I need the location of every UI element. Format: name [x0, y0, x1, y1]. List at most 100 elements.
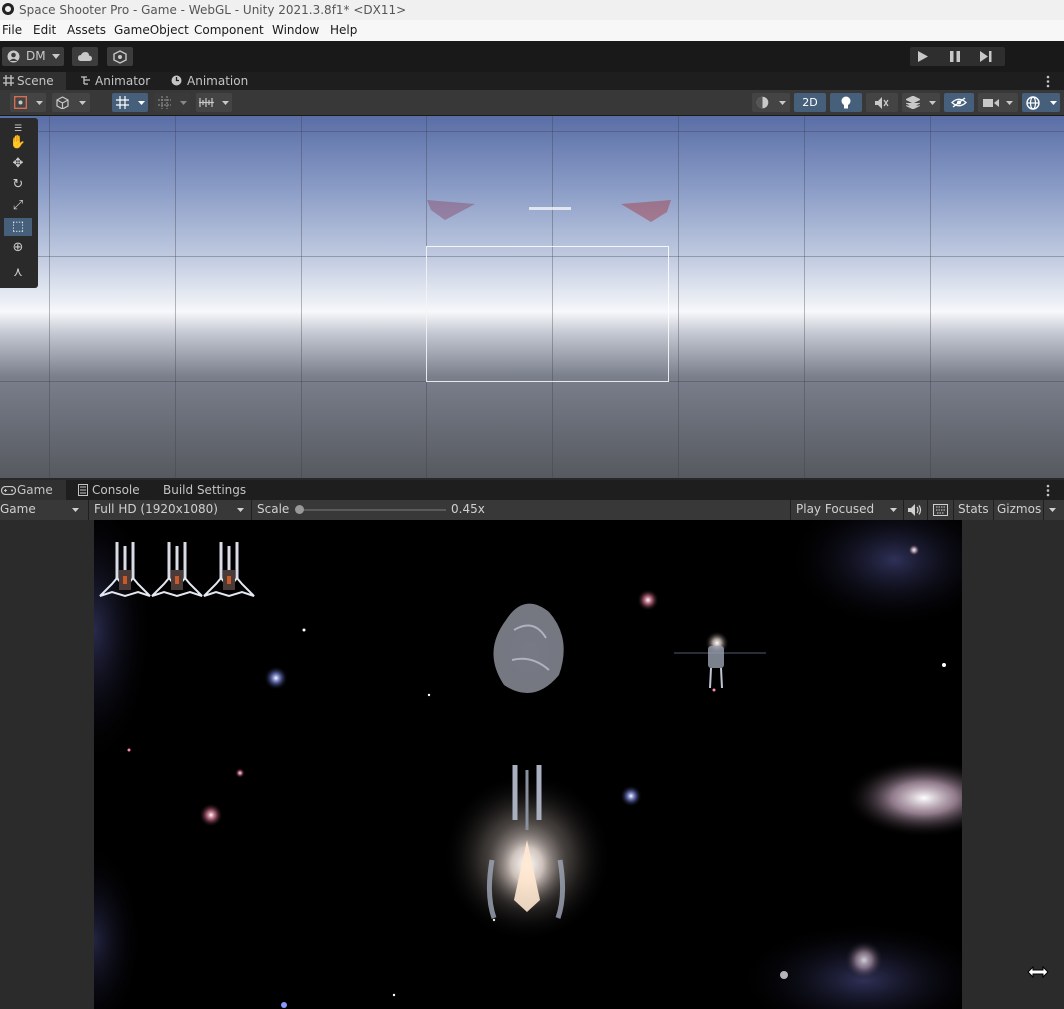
drag-handle-icon[interactable]: ☰ [4, 120, 32, 134]
ruler-icon [199, 98, 214, 107]
chevron-down-icon [72, 508, 79, 512]
grid-line [678, 116, 679, 478]
chevron-down-icon [1050, 101, 1057, 105]
tab-game-label: Game [17, 483, 53, 497]
layers-icon [906, 96, 920, 109]
camera-icon [983, 99, 999, 107]
gamepad-icon [1, 486, 16, 495]
account-dropdown[interactable]: DM [2, 47, 64, 66]
stats-button[interactable]: Stats [958, 502, 989, 516]
2d-mode-toggle[interactable]: 2D [794, 93, 826, 112]
grid-snapping-toggle[interactable] [112, 93, 148, 112]
tab-game[interactable]: Game [0, 480, 66, 500]
menu-window[interactable]: Window [272, 23, 319, 37]
tab-animation[interactable]: Animation [168, 72, 250, 90]
divider [903, 500, 904, 520]
tab-console-label: Console [92, 483, 140, 497]
chevron-down-icon [890, 508, 897, 512]
main-toolbar: DM [0, 41, 1064, 72]
chevron-down-icon[interactable] [1049, 508, 1056, 512]
lighting-toggle[interactable] [830, 93, 862, 112]
unity-logo-icon [2, 3, 14, 15]
animator-icon [81, 76, 90, 85]
tab-animator-label: Animator [95, 74, 151, 88]
scale-slider[interactable] [298, 509, 446, 511]
chevron-down-icon [222, 101, 229, 105]
menu-component[interactable]: Component [194, 23, 264, 37]
ruler-dropdown[interactable] [196, 93, 232, 112]
divider [953, 500, 954, 520]
display-label: Game [0, 502, 36, 516]
increment-snap-dropdown[interactable] [154, 93, 190, 112]
draw-mode-dropdown[interactable] [752, 93, 790, 112]
2d-mode-label: 2D [802, 96, 818, 109]
cloud-icon [78, 52, 92, 61]
effects-dropdown[interactable] [902, 93, 940, 112]
menu-file[interactable]: File [2, 23, 22, 37]
menu-edit[interactable]: Edit [33, 23, 56, 37]
visibility-toggle[interactable] [944, 93, 974, 112]
more-options-icon[interactable] [1046, 75, 1050, 88]
life-ship-icon [151, 542, 203, 598]
hand-tool-icon[interactable]: ✋ [4, 134, 32, 152]
divider [927, 500, 928, 520]
menu-gameobject[interactable]: GameObject [114, 23, 189, 37]
divider [790, 500, 791, 520]
speaker-icon[interactable] [908, 504, 922, 516]
play-mode-label: Play Focused [796, 502, 875, 516]
tab-scene-label: Scene [17, 74, 54, 88]
clock-icon [171, 75, 182, 86]
playback-controls [910, 47, 1005, 66]
rotate-tool-icon[interactable]: ↻ [4, 176, 32, 194]
life-ship-icon [203, 542, 255, 598]
menu-assets[interactable]: Assets [67, 23, 106, 37]
audio-toggle[interactable] [866, 93, 898, 112]
tab-build-settings[interactable]: Build Settings [158, 480, 250, 500]
game-canvas[interactable] [94, 520, 962, 1009]
chevron-down-icon [180, 101, 187, 105]
menu-help[interactable]: Help [330, 23, 357, 37]
more-options-icon[interactable] [1046, 484, 1050, 497]
grid-line [804, 116, 805, 478]
camera-dropdown[interactable] [978, 93, 1018, 112]
tool-handle-dropdown[interactable] [10, 93, 46, 112]
grid-line [49, 116, 50, 478]
play-mode-dropdown[interactable]: Play Focused [792, 500, 902, 520]
gizmos-button[interactable]: Gizmos [997, 502, 1041, 516]
move-tool-icon[interactable]: ✥ [4, 155, 32, 173]
account-icon [7, 50, 20, 63]
tab-animator[interactable]: Animator [78, 72, 153, 90]
resize-cursor-icon [1027, 966, 1049, 978]
collab-button[interactable] [107, 47, 133, 66]
global-local-dropdown[interactable] [52, 93, 90, 112]
tab-scene[interactable]: Scene [0, 72, 66, 90]
grid-snap-icon [116, 96, 129, 109]
scale-label: Scale [257, 502, 290, 516]
chevron-down-icon [52, 54, 60, 59]
rect-tool-icon[interactable]: ⬚ [4, 218, 32, 236]
resolution-label: Full HD (1920x1080) [94, 502, 218, 516]
grid-line [301, 116, 302, 478]
display-dropdown[interactable]: Game [0, 500, 84, 520]
divider [1043, 500, 1044, 520]
game-toolbar: Game Full HD (1920x1080) Scale 0.45x Pla… [0, 500, 1064, 521]
chevron-down-icon [779, 101, 786, 105]
cloud-button[interactable] [72, 47, 98, 66]
divider [88, 500, 89, 520]
chevron-down-icon [138, 101, 145, 105]
divider [993, 500, 994, 520]
window-title-bar: Space Shooter Pro - Game - WebGL - Unity… [0, 0, 1064, 20]
transform-tool-icon[interactable]: ⊕ [4, 239, 32, 257]
keyboard-icon[interactable] [933, 504, 948, 516]
custom-tool-icon[interactable]: ⋏ [4, 264, 32, 282]
step-icon[interactable] [980, 51, 992, 62]
scene-view[interactable] [0, 116, 1064, 478]
pause-icon[interactable] [950, 51, 960, 62]
scale-slider-handle[interactable] [295, 505, 304, 514]
gizmos-scene-dropdown[interactable] [1022, 93, 1060, 112]
tab-console[interactable]: Console [76, 480, 146, 500]
collab-icon [113, 50, 127, 64]
resolution-dropdown[interactable]: Full HD (1920x1080) [90, 500, 248, 520]
play-icon[interactable] [918, 51, 928, 62]
scale-tool-icon[interactable]: ⤢ [4, 197, 32, 215]
